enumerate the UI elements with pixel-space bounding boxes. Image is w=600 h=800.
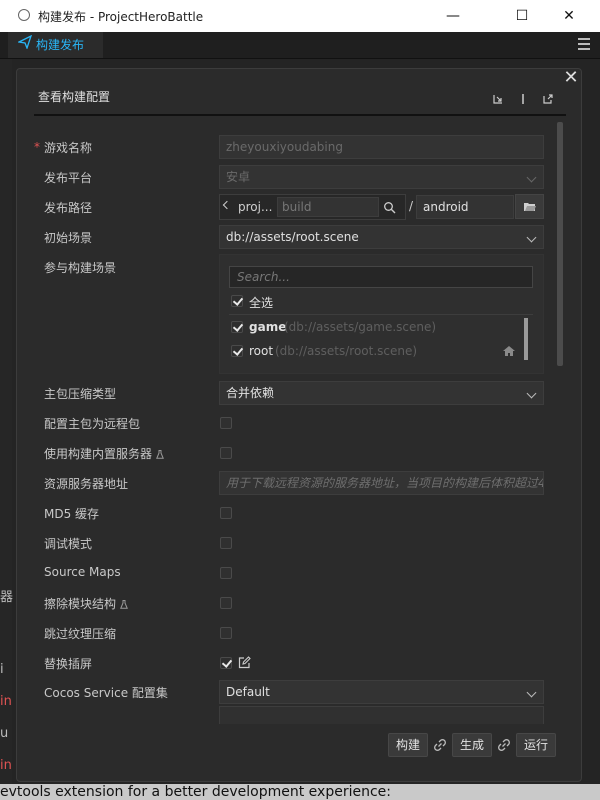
remote-bundle-label: 配置主包为远程包 xyxy=(44,417,141,431)
scene-path-game: (db://assets/game.scene) xyxy=(284,320,437,334)
scene-search-input[interactable]: Search... xyxy=(229,266,533,288)
experimental-flask-icon xyxy=(120,600,128,609)
tab-label: 构建发布 xyxy=(36,38,85,52)
server-url-input[interactable]: 用于下载远程资源的服务器地址，当项目的构建后体积超过4M xyxy=(219,471,544,495)
bleed-text-3: in xyxy=(0,694,12,709)
open-folder-button[interactable] xyxy=(515,194,544,219)
md5-label: MD5 缓存 xyxy=(44,507,100,521)
builtin-server-label: 使用构建内置服务器 xyxy=(44,445,164,462)
compression-select[interactable]: 合并依赖 xyxy=(219,381,544,405)
bleed-text-1: 器 xyxy=(0,590,14,605)
hamburger-menu-icon[interactable] xyxy=(578,38,590,50)
start-scene-value: db://assets/root.scene xyxy=(226,230,359,244)
bleed-text-2: i xyxy=(0,662,4,677)
compression-value: 合并依赖 xyxy=(226,386,275,400)
import-icon[interactable] xyxy=(492,93,504,105)
md5-checkbox[interactable] xyxy=(220,507,232,519)
skip-texture-checkbox[interactable] xyxy=(220,627,232,639)
required-marker: * xyxy=(34,140,40,154)
splash-checkbox[interactable] xyxy=(220,657,232,669)
start-scene-label: 初始场景 xyxy=(44,231,93,245)
service-config-panel xyxy=(219,706,544,724)
bleed-text-4: u xyxy=(0,726,9,741)
minimize-button[interactable]: — xyxy=(430,0,476,32)
platform-label: 发布平台 xyxy=(44,171,93,185)
chevron-down-icon xyxy=(526,232,537,243)
remote-bundle-checkbox[interactable] xyxy=(220,417,232,429)
link-icon[interactable] xyxy=(497,738,511,752)
path-separator: / xyxy=(409,199,414,213)
dialog-scrollbar[interactable] xyxy=(557,122,563,366)
platform-folder-input[interactable]: android xyxy=(416,195,514,219)
chevron-down-icon xyxy=(526,172,537,183)
paper-plane-icon xyxy=(16,32,33,58)
scene-path-root: (db://assets/root.scene) xyxy=(275,344,418,358)
erase-modules-text: 擦除模块结构 xyxy=(44,597,117,611)
dialog-title: 查看构建配置 xyxy=(38,90,111,104)
included-scenes-label: 参与构建场景 xyxy=(44,261,117,275)
dialog-header: 查看构建配置 xyxy=(34,84,566,116)
chevron-down-icon xyxy=(526,687,537,698)
link-icon[interactable] xyxy=(433,738,447,752)
path-prefix-select[interactable]: proj... xyxy=(238,195,272,219)
scene-divider xyxy=(229,314,533,315)
window-title: 构建发布 - ProjectHeroBattle xyxy=(38,10,204,24)
scene-checkbox-game[interactable] xyxy=(231,321,243,333)
build-folder-input[interactable]: build xyxy=(277,197,379,217)
window-titlebar: 构建发布 - ProjectHeroBattle — ☐ ✕ xyxy=(0,0,600,33)
splash-label: 替换插屏 xyxy=(44,657,93,671)
folder-open-icon xyxy=(524,203,536,211)
cocos-service-label: Cocos Service 配置集 xyxy=(44,686,168,700)
build-path-label: 发布路径 xyxy=(44,201,93,215)
tab-bar: 构建发布 xyxy=(0,32,600,59)
make-button[interactable]: 生成 xyxy=(452,733,492,757)
left-strip xyxy=(0,59,12,800)
maximize-button[interactable]: ☐ xyxy=(499,0,545,32)
skip-texture-label: 跳过纹理压缩 xyxy=(44,627,117,641)
experimental-flask-icon xyxy=(156,450,164,459)
platform-select[interactable]: 安卓 xyxy=(219,165,544,189)
chevron-down-icon xyxy=(526,388,537,399)
export-icon[interactable] xyxy=(542,93,554,105)
bleed-text-5: in xyxy=(0,758,12,773)
background-page-text: evtools extension for a better developme… xyxy=(0,784,391,800)
game-name-input[interactable]: zheyouxiyoudabing xyxy=(219,135,544,159)
erase-modules-checkbox[interactable] xyxy=(220,597,232,609)
app-icon xyxy=(18,9,30,21)
cocos-service-value: Default xyxy=(226,685,270,699)
source-maps-checkbox[interactable] xyxy=(220,567,232,579)
builtin-server-text: 使用构建内置服务器 xyxy=(44,447,153,461)
select-all-label: 全选 xyxy=(249,296,274,310)
start-scene-select[interactable]: db://assets/root.scene xyxy=(219,225,544,249)
chevron-left-icon[interactable] xyxy=(222,200,232,210)
server-url-label: 资源服务器地址 xyxy=(44,477,129,491)
cocos-service-select[interactable]: Default xyxy=(219,680,544,704)
scene-name-game: game xyxy=(249,320,287,334)
source-maps-label: Source Maps xyxy=(44,565,121,579)
close-window-button[interactable]: ✕ xyxy=(546,0,592,32)
build-button[interactable]: 构建 xyxy=(388,733,428,757)
edit-icon[interactable] xyxy=(238,656,251,669)
compression-label: 主包压缩类型 xyxy=(44,387,117,401)
home-icon xyxy=(503,346,515,356)
debug-checkbox[interactable] xyxy=(220,537,232,549)
search-icon[interactable] xyxy=(383,201,396,214)
platform-value: 安卓 xyxy=(226,170,251,184)
debug-label: 调试模式 xyxy=(44,537,93,551)
scene-checkbox-root[interactable] xyxy=(231,345,243,357)
select-all-checkbox[interactable] xyxy=(231,295,243,307)
scene-list-scrollbar[interactable] xyxy=(524,318,528,360)
run-button[interactable]: 运行 xyxy=(516,733,556,757)
tab-build-publish[interactable]: 构建发布 xyxy=(8,32,103,58)
builtin-server-checkbox[interactable] xyxy=(220,447,232,459)
build-path-group: proj... build xyxy=(219,194,406,220)
erase-modules-label: 擦除模块结构 xyxy=(44,595,128,612)
scene-name-root: root xyxy=(249,344,274,358)
divider-icon xyxy=(522,93,524,104)
game-name-label: 游戏名称 xyxy=(44,141,93,155)
